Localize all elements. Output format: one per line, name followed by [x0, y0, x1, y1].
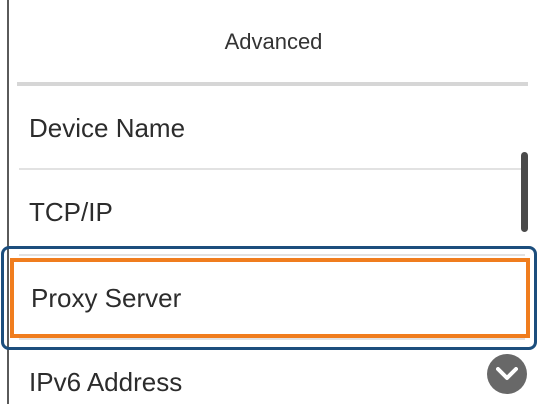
- menu-item-label: IPv6 Address: [29, 366, 183, 397]
- menu-item-device-name[interactable]: Device Name: [9, 86, 525, 170]
- menu-item-proxy-server[interactable]: Proxy Server: [10, 258, 530, 338]
- menu-item-tcp-ip[interactable]: TCP/IP: [9, 170, 525, 254]
- scroll-down-button[interactable]: [487, 354, 527, 394]
- page-title: Advanced: [224, 29, 323, 54]
- menu-item-label: TCP/IP: [29, 196, 113, 227]
- menu-item-label: Proxy Server: [31, 282, 182, 313]
- advanced-menu-panel: Advanced Device Name TCP/IP Proxy Server…: [7, 0, 538, 404]
- printer-screen: Advanced Device Name TCP/IP Proxy Server…: [0, 0, 540, 404]
- chevron-down-icon: [496, 367, 518, 380]
- list-divider: [19, 254, 525, 256]
- scrollbar[interactable]: [521, 152, 528, 232]
- menu-item-label: Device Name: [29, 112, 186, 143]
- menu-item-ipv6-address[interactable]: IPv6 Address: [9, 340, 525, 404]
